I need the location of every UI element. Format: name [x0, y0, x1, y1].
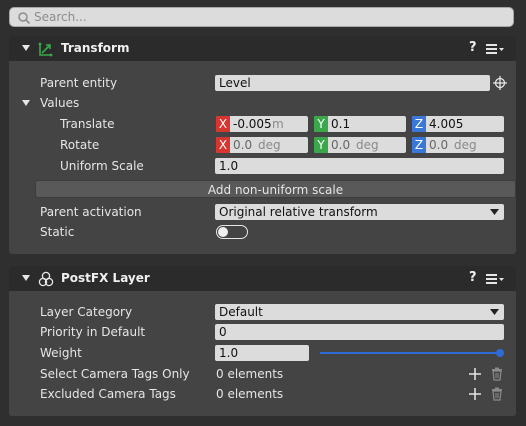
- transform-icon: [38, 42, 53, 57]
- translate-z-field[interactable]: Z 4.005: [412, 116, 504, 132]
- layer-category-select[interactable]: Default: [215, 304, 504, 320]
- collapse-caret-icon[interactable]: [22, 45, 30, 51]
- search-input[interactable]: [34, 9, 494, 25]
- postfx-header[interactable]: PostFX Layer ?: [9, 266, 516, 291]
- rotate-x-field[interactable]: X 0.0 deg: [216, 137, 308, 153]
- layer-category-label: Layer Category: [40, 305, 133, 319]
- select-camera-tags-label: Select Camera Tags Only: [40, 367, 190, 381]
- uniform-scale-field[interactable]: 1.0: [215, 158, 504, 174]
- rotate-x-value: 0.0: [233, 138, 253, 152]
- target-icon[interactable]: [493, 76, 507, 90]
- trash-icon[interactable]: [490, 387, 504, 401]
- layer-category-value: Default: [219, 305, 263, 319]
- weight-label: Weight: [40, 346, 82, 360]
- transform-panel: Transform ? Parent entity Level Values T…: [9, 36, 516, 254]
- translate-label: Translate: [60, 117, 115, 131]
- rotate-y-value: 0.0: [331, 138, 351, 152]
- weight-slider[interactable]: [320, 345, 504, 361]
- transform-title: Transform: [61, 41, 130, 55]
- chevron-down-icon: [490, 309, 499, 315]
- axis-z-badge: Z: [412, 137, 426, 153]
- menu-icon[interactable]: [486, 273, 506, 285]
- plus-icon[interactable]: [468, 367, 482, 381]
- parent-entity-label: Parent entity: [40, 76, 118, 90]
- axis-y-badge: Y: [314, 116, 328, 132]
- postfx-title: PostFX Layer: [61, 271, 150, 285]
- axis-y-badge: Y: [314, 137, 328, 153]
- values-label: Values: [40, 96, 80, 110]
- axis-x-badge: X: [216, 116, 230, 132]
- parent-activation-value: Original relative transform: [219, 205, 378, 219]
- static-toggle[interactable]: [216, 225, 248, 239]
- unit-label: deg: [258, 138, 281, 152]
- rotate-y-field[interactable]: Y 0.0 deg: [314, 137, 406, 153]
- menu-icon[interactable]: [486, 43, 506, 55]
- transform-header[interactable]: Transform ?: [9, 36, 516, 61]
- parent-activation-select[interactable]: Original relative transform: [215, 204, 504, 220]
- values-caret-icon[interactable]: [22, 100, 30, 106]
- static-label: Static: [40, 225, 75, 239]
- rotate-z-value: 0.0: [429, 138, 449, 152]
- excluded-camera-tags-count: 0 elements: [216, 387, 284, 401]
- priority-label: Priority in Default: [40, 325, 146, 339]
- add-non-uniform-scale-button[interactable]: Add non-uniform scale: [35, 180, 516, 198]
- postfx-panel: PostFX Layer ? Layer Category Default Pr…: [9, 266, 516, 416]
- translate-x-field[interactable]: X -0.005 m: [216, 116, 308, 132]
- unit-label: deg: [454, 138, 477, 152]
- translate-x-value: -0.005: [233, 117, 272, 131]
- chevron-down-icon: [490, 209, 499, 215]
- translate-y-field[interactable]: Y 0.1: [314, 116, 406, 132]
- trash-icon[interactable]: [490, 367, 504, 381]
- translate-z-value: 4.005: [429, 117, 464, 131]
- select-camera-tags-count: 0 elements: [216, 367, 284, 381]
- slider-handle[interactable]: [496, 349, 504, 357]
- parent-entity-field[interactable]: Level: [215, 75, 490, 91]
- search-bar[interactable]: [9, 7, 514, 27]
- search-icon: [18, 12, 31, 25]
- toggle-knob: [218, 227, 228, 237]
- postfx-icon: [38, 271, 54, 287]
- weight-field[interactable]: 1.0: [215, 345, 309, 361]
- excluded-camera-tags-label: Excluded Camera Tags: [40, 387, 176, 401]
- translate-y-value: 0.1: [331, 117, 351, 131]
- rotate-label: Rotate: [60, 138, 100, 152]
- help-button[interactable]: ?: [469, 40, 477, 55]
- uniform-scale-label: Uniform Scale: [60, 159, 144, 173]
- priority-field[interactable]: 0: [215, 324, 504, 340]
- axis-x-badge: X: [216, 137, 230, 153]
- rotate-z-field[interactable]: Z 0.0 deg: [412, 137, 504, 153]
- axis-z-badge: Z: [412, 116, 426, 132]
- unit-label: m: [272, 117, 284, 131]
- slider-track: [320, 352, 500, 354]
- help-button[interactable]: ?: [469, 270, 477, 285]
- parent-activation-label: Parent activation: [40, 205, 142, 219]
- unit-label: deg: [356, 138, 379, 152]
- collapse-caret-icon[interactable]: [22, 275, 30, 281]
- plus-icon[interactable]: [468, 387, 482, 401]
